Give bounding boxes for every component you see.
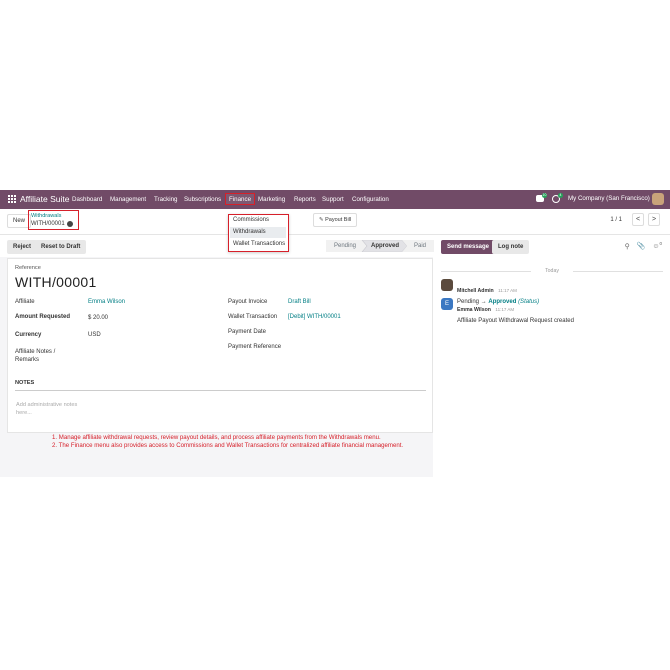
paperclip-icon[interactable]: 📎	[637, 243, 646, 250]
message-body: Affiliate Payout Withdrawal Request crea…	[457, 318, 574, 324]
attachment-count: 0	[659, 241, 662, 246]
nav-dashboard[interactable]: Dashboard	[72, 196, 102, 203]
nav-support[interactable]: Support	[322, 196, 344, 203]
nav-marketing[interactable]: Marketing	[258, 196, 285, 203]
payout-invoice-label: Payout Invoice	[228, 299, 268, 305]
nav-subscriptions[interactable]: Subscriptions	[184, 196, 221, 203]
reference-label: Reference	[15, 265, 41, 271]
author-avatar[interactable]: E	[441, 298, 453, 310]
instruction-captions: 1. Manage affiliate withdrawal requests,…	[52, 434, 403, 450]
notes-heading: NOTES	[15, 380, 35, 386]
payment-reference-label: Payment Reference	[228, 344, 282, 350]
payment-date-label: Payment Date	[228, 329, 267, 335]
affiliate-field[interactable]: Emma Wilson	[88, 299, 125, 305]
chatter-message: Emma Wilson 11:17 AM Affiliate Payout Wi…	[457, 298, 574, 324]
chatter-toolbar: ⚲ 📎 ☺0	[625, 241, 662, 250]
send-message-button[interactable]: Send message	[441, 240, 496, 254]
chat-badge: 10	[542, 193, 547, 198]
amount-label: Amount Requested	[15, 314, 71, 320]
top-navbar: Affiliate Suite Dashboard Management Tra…	[0, 190, 670, 209]
menu-item-commissions[interactable]: Commissions	[233, 217, 269, 223]
breadcrumb-current: WITH/00001	[31, 221, 65, 227]
affiliate-notes-label: Affiliate Notes / Remarks	[15, 349, 56, 363]
message-time: 11:17 AM	[498, 288, 517, 293]
search-icon[interactable]: ⚲	[625, 243, 630, 250]
caption-line: 1. Manage affiliate withdrawal requests,…	[52, 434, 381, 441]
author-avatar[interactable]	[441, 279, 453, 291]
log-note-button[interactable]: Log note	[492, 240, 530, 254]
message-time: 11:17 AM	[495, 307, 515, 312]
currency-field[interactable]: USD	[88, 332, 101, 338]
notes-divider	[15, 390, 426, 391]
reference-value: WITH/00001	[15, 274, 97, 290]
status-bar: Reject Reset to Draft Pending Approved P…	[0, 235, 670, 257]
affiliate-label: Affiliate	[15, 299, 35, 305]
payout-bill-button[interactable]: ✎ Payout Bill	[313, 213, 358, 227]
company-switcher[interactable]: My Company (San Francisco)	[568, 195, 650, 202]
stage-pending[interactable]: Pending	[326, 240, 364, 252]
payout-invoice-field[interactable]: Draft Bill	[288, 299, 311, 305]
form-sheet: Reference WITH/00001 Affiliate Emma Wils…	[7, 258, 433, 433]
currency-label: Currency	[15, 332, 42, 338]
wallet-transaction-label: Wallet Transaction	[228, 314, 278, 320]
nav-tracking[interactable]: Tracking	[154, 196, 178, 203]
gear-icon[interactable]	[67, 221, 73, 227]
breadcrumb-parent[interactable]: Withdrawals	[31, 213, 61, 219]
apps-menu-icon[interactable]	[8, 195, 16, 203]
nav-configuration[interactable]: Configuration	[352, 196, 389, 203]
amount-field[interactable]: $ 20.00	[88, 315, 108, 321]
nav-management[interactable]: Management	[110, 196, 146, 203]
stage-paid[interactable]: Paid	[408, 240, 432, 252]
control-panel: New Withdrawals WITH/00001 ✎ Payout Bill…	[0, 209, 670, 235]
day-separator: Today	[441, 268, 663, 274]
caption-line: 2. The Finance menu also provides access…	[52, 442, 404, 449]
divider-left	[441, 271, 531, 272]
activity-badge: 4	[558, 193, 563, 198]
reset-to-draft-button[interactable]: Reset to Draft	[35, 240, 87, 254]
user-avatar[interactable]	[652, 193, 664, 205]
nav-reports[interactable]: Reports	[294, 196, 316, 203]
day-label: Today	[545, 268, 559, 274]
nav-finance[interactable]: Finance	[229, 196, 251, 203]
message-author[interactable]: Emma Wilson	[457, 307, 491, 313]
breadcrumb: Withdrawals WITH/00001	[28, 210, 79, 230]
message-author[interactable]: Mitchell Admin	[457, 288, 494, 294]
stage-approved[interactable]: Approved	[366, 240, 404, 252]
wallet-transaction-field[interactable]: [Debit] WITH/00001	[288, 314, 341, 320]
pager-value[interactable]: 1 / 1	[610, 217, 622, 223]
payout-bill-label: Payout Bill	[325, 217, 352, 223]
notes-input[interactable]: Add administrative notes here...	[16, 401, 86, 417]
pager-next-button[interactable]: >	[648, 213, 660, 226]
divider-right	[573, 271, 663, 272]
reject-button[interactable]: Reject	[7, 240, 38, 254]
app-brand[interactable]: Affiliate Suite	[20, 194, 69, 204]
pager-prev-button[interactable]: <	[632, 213, 644, 226]
